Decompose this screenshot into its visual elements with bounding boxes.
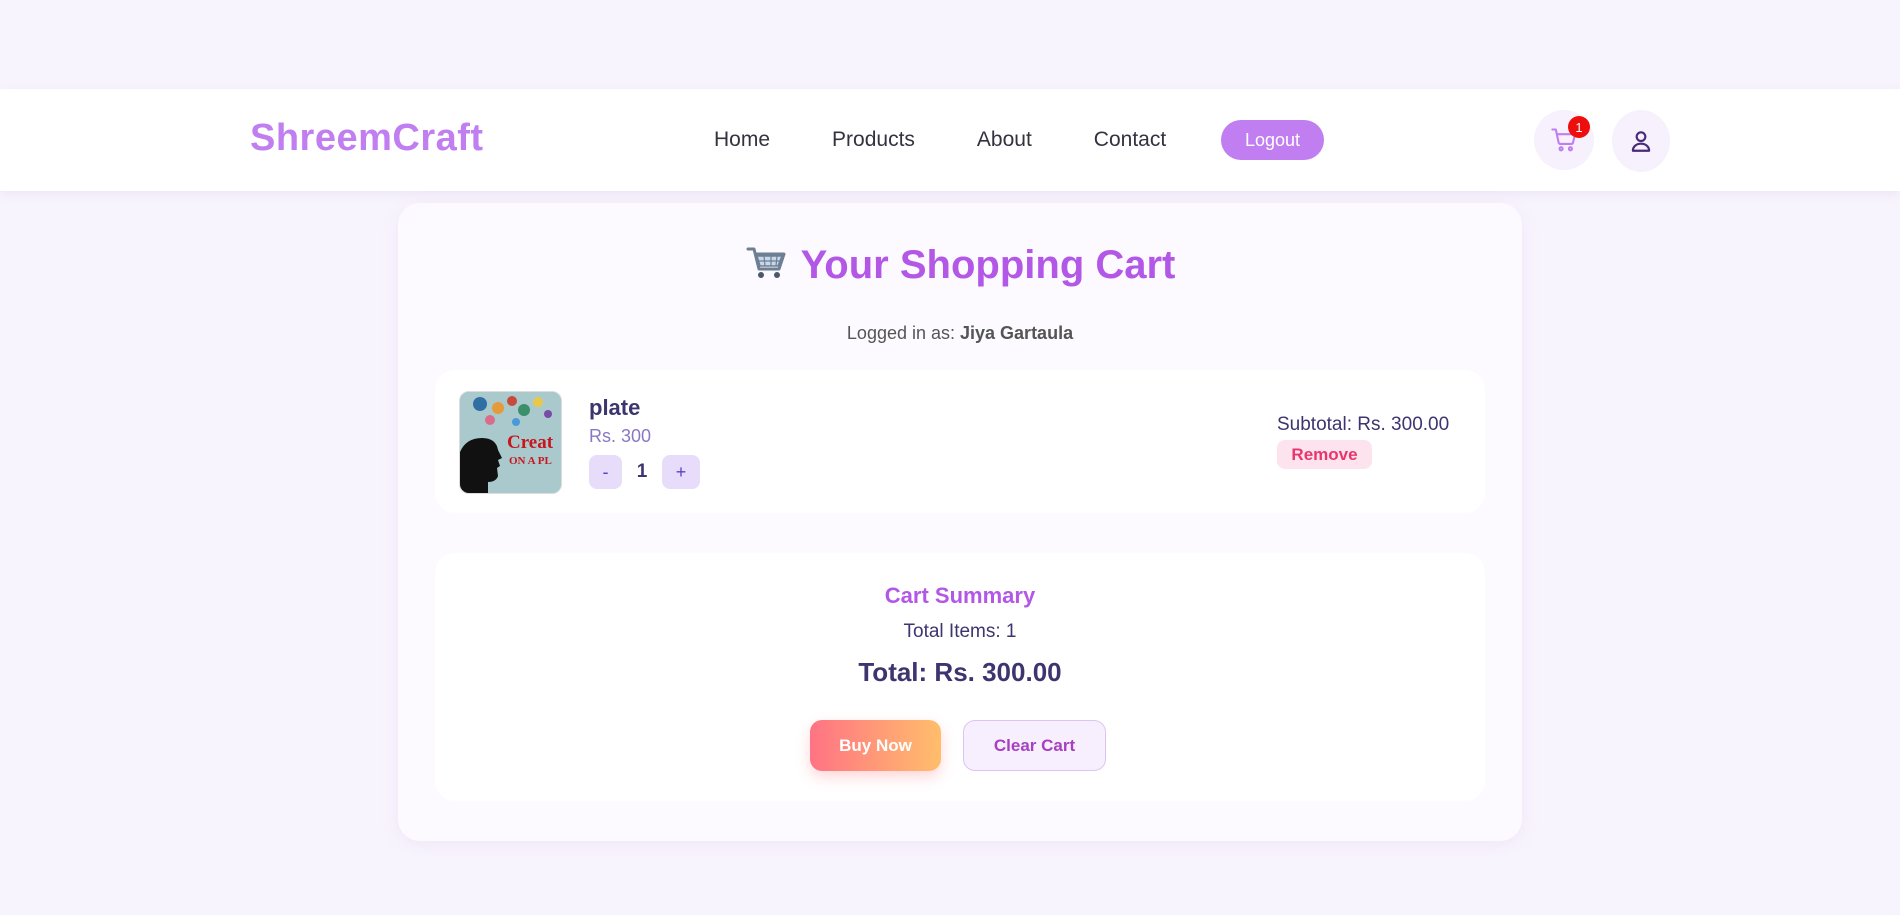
cart-card: Your Shopping Cart Logged in as: Jiya Ga… — [398, 203, 1522, 841]
total-items: Total Items: 1 — [903, 621, 1017, 642]
product-image-text-top: Creat — [507, 432, 554, 453]
product-image-text-bottom: ON A PL — [509, 455, 552, 467]
increase-quantity-button[interactable]: + — [662, 455, 700, 489]
nav-link-products[interactable]: Products — [832, 128, 915, 152]
logged-in-user: Jiya Gartaula — [960, 323, 1074, 343]
cart-count-badge: 1 — [1568, 116, 1590, 138]
brand-logo[interactable]: ShreemCraft — [250, 117, 484, 160]
cart-item: Creat ON A PL plate Rs. 300 - 1 + Subtot… — [435, 370, 1485, 513]
remove-item-button[interactable]: Remove — [1277, 440, 1372, 469]
nav-link-about[interactable]: About — [977, 128, 1032, 152]
logged-in-info: Logged in as: Jiya Gartaula — [398, 323, 1522, 344]
nav-link-home[interactable]: Home — [714, 128, 770, 152]
page-title: Your Shopping Cart — [398, 243, 1522, 292]
page-title-text: Your Shopping Cart — [800, 243, 1176, 287]
nav-link-contact[interactable]: Contact — [1094, 128, 1166, 152]
item-price: Rs. 300 — [589, 426, 652, 446]
nav-links: Home Products About Contact — [714, 89, 1166, 191]
item-subtotal: Subtotal: Rs. 300.00 — [1277, 414, 1450, 435]
buy-now-button[interactable]: Buy Now — [810, 720, 941, 771]
clear-cart-button[interactable]: Clear Cart — [963, 720, 1106, 771]
decrease-quantity-button[interactable]: - — [589, 455, 622, 489]
cart-summary: Cart Summary Total Items: 1 Total: Rs. 3… — [435, 553, 1485, 801]
item-name[interactable]: plate — [589, 395, 640, 421]
logout-button[interactable]: Logout — [1221, 120, 1324, 160]
profile-button[interactable] — [1612, 110, 1670, 172]
summary-title: Cart Summary — [884, 583, 1036, 608]
cart-button[interactable]: 1 — [1534, 110, 1594, 170]
quantity-value: 1 — [636, 461, 648, 482]
logged-in-label: Logged in as: — [846, 323, 961, 343]
product-image[interactable]: Creat ON A PL — [459, 391, 562, 494]
cart-total: Total: Rs. 300.00 — [858, 657, 1062, 687]
shopping-cart-icon — [745, 244, 787, 292]
user-icon — [1631, 131, 1651, 152]
navbar: ShreemCraft Home Products About Contact … — [0, 89, 1900, 191]
